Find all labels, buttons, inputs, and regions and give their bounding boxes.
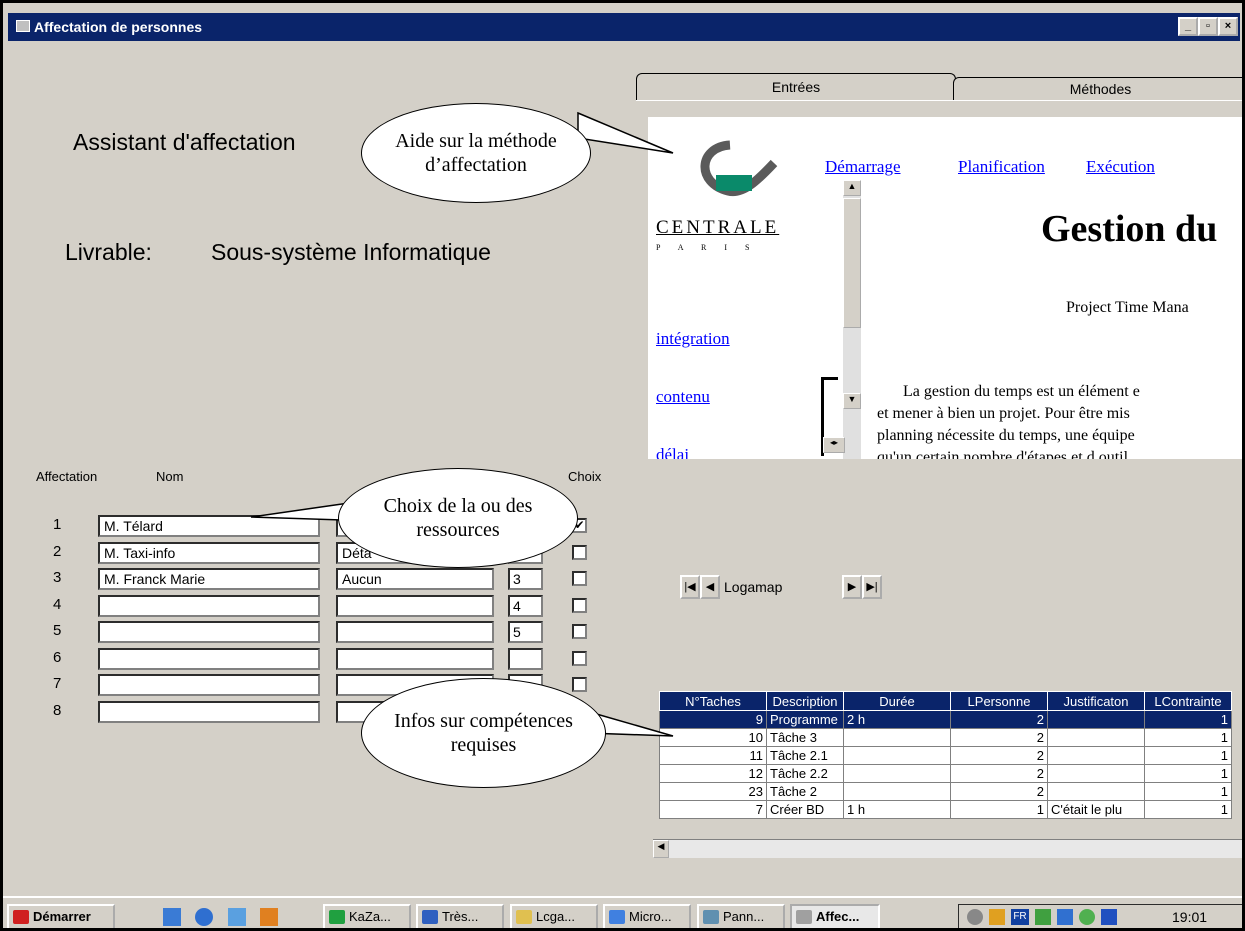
taskbar-item-lcga[interactable]: Lcga... <box>510 904 598 928</box>
windows-logo-icon <box>13 910 29 924</box>
quick-launch <box>163 908 279 928</box>
taskbar: Démarrer KaZa... Très... Lcga... Micro..… <box>3 896 1242 928</box>
control-panel-icon <box>703 910 719 924</box>
show-desktop-icon[interactable] <box>163 908 181 926</box>
kazaa-icon <box>329 910 345 924</box>
volume-icon[interactable] <box>967 909 983 925</box>
taskbar-item-affec[interactable]: Affec... <box>790 904 880 928</box>
taskbar-label: Pann... <box>723 909 765 924</box>
update-icon[interactable] <box>1079 909 1095 925</box>
taskbar-item-micro[interactable]: Micro... <box>603 904 691 928</box>
outlook-icon[interactable] <box>227 908 246 926</box>
taskbar-label: KaZa... <box>349 909 391 924</box>
ie-icon[interactable] <box>195 908 214 926</box>
messenger-icon[interactable] <box>1035 909 1051 925</box>
taskbar-label: Affec... <box>816 909 860 924</box>
taskbar-label: Très... <box>442 909 479 924</box>
callout-aide: Aide sur la méthode d’affectation <box>361 103 591 203</box>
callout-infos: Infos sur compétences requises <box>361 678 606 788</box>
language-indicator[interactable]: FR <box>1011 909 1029 925</box>
system-tray: FR 19:01 <box>958 904 1242 928</box>
taskbar-label: Micro... <box>629 909 672 924</box>
taskbar-item-pann[interactable]: Pann... <box>697 904 785 928</box>
start-label: Démarrer <box>33 909 91 924</box>
callout-pointers <box>250 111 674 737</box>
taskbar-item-tres[interactable]: Très... <box>416 904 504 928</box>
folder-icon <box>516 910 532 924</box>
taskbar-label: Lcga... <box>536 909 576 924</box>
taskbar-item-kaza[interactable]: KaZa... <box>323 904 411 928</box>
media-player-icon[interactable] <box>260 908 279 926</box>
connection-icon[interactable] <box>1057 909 1073 925</box>
callout-choix: Choix de la ou des ressources <box>338 468 578 568</box>
antivirus-icon[interactable] <box>1101 909 1117 925</box>
document-icon <box>422 910 438 924</box>
microsoft-icon <box>609 910 625 924</box>
start-button[interactable]: Démarrer <box>7 904 115 928</box>
clock: 19:01 <box>1172 909 1208 925</box>
application-window: Affectation de personnes _ ▫ × Assistant… <box>0 0 1245 931</box>
form-icon <box>796 910 812 924</box>
network-icon[interactable] <box>989 909 1005 925</box>
